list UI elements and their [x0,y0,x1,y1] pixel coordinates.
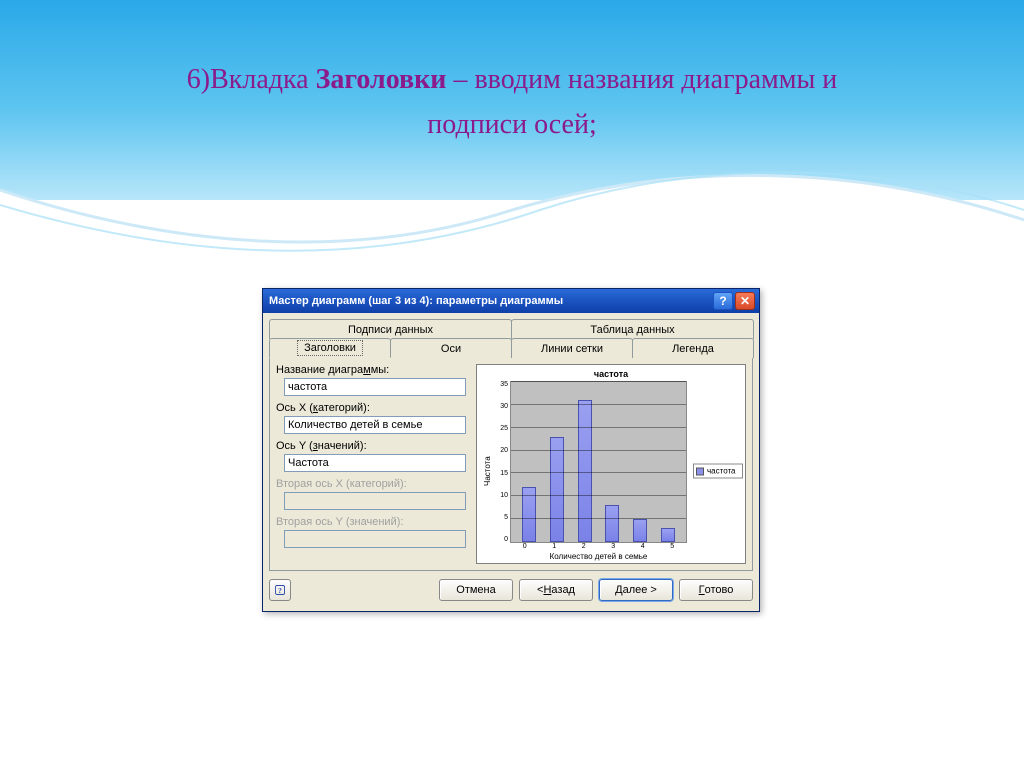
tab-page-titles: Название диаграммы: Ось X (категорий): О… [269,357,753,571]
label-chart-title: Название диаграммы: [276,364,468,376]
chart-yticks: 35302520151050 [494,381,510,543]
label-y2-axis: Вторая ось Y (значений): [276,516,468,528]
chart-wizard-dialog: Мастер диаграмм (шаг 3 из 4): параметры … [262,288,760,612]
legend-swatch-icon [696,467,704,475]
slide-wave [0,150,1024,270]
chart-xlabel: Количество детей в семье [494,552,687,561]
chart-ylabel: Частота [481,381,494,561]
label-x-axis: Ось X (категорий): [276,402,468,414]
help-icon: ? [274,584,286,596]
tab-legend[interactable]: Легенда [632,338,754,358]
tab-axes[interactable]: Оси [390,338,512,358]
chart-bar [578,400,592,542]
chart-legend: частота [693,464,743,479]
dialog-button-row: ? Отмена < Назад Далее > Готово [263,571,759,611]
tab-row-secondary: Подписи данных Таблица данных [269,319,753,339]
input-chart-title[interactable] [284,378,466,396]
input-y-axis[interactable] [284,454,466,472]
input-y2-axis [284,530,466,548]
next-button[interactable]: Далее > [599,579,673,601]
chart-title: частота [481,369,741,379]
cancel-button[interactable]: Отмена [439,579,513,601]
chart-bar [633,519,647,542]
chart-bar [661,528,675,542]
context-help-button[interactable]: ? [269,579,291,601]
titlebar-close-button[interactable]: ✕ [735,292,755,310]
slide-heading: 6)Вкладка Заголовки – вводим названия ди… [0,58,1024,148]
label-x2-axis: Вторая ось X (категорий): [276,478,468,490]
titlebar-text: Мастер диаграмм (шаг 3 из 4): параметры … [269,295,711,307]
tab-titles[interactable]: Заголовки [269,338,391,358]
tab-data-table[interactable]: Таблица данных [511,319,754,339]
back-button[interactable]: < Назад [519,579,593,601]
tab-data-labels[interactable]: Подписи данных [269,319,512,339]
legend-label: частота [707,467,736,476]
slide-line1-bold: Заголовки [316,64,447,95]
chart-bar [550,437,564,542]
chart-plot-area [510,381,687,543]
slide-line1-prefix: 6)Вкладка [187,64,316,95]
label-y-axis: Ось Y (значений): [276,440,468,452]
chart-bar [605,505,619,542]
title-inputs-column: Название диаграммы: Ось X (категорий): О… [276,364,468,564]
titlebar[interactable]: Мастер диаграмм (шаг 3 из 4): параметры … [263,289,759,313]
chart-xticks: 012345 [494,543,687,550]
input-x-axis[interactable] [284,416,466,434]
svg-text:?: ? [278,586,282,595]
tab-gridlines[interactable]: Линии сетки [511,338,633,358]
input-x2-axis [284,492,466,510]
finish-button[interactable]: Готово [679,579,753,601]
slide-line2: подписи осей; [427,109,596,140]
titlebar-help-button[interactable]: ? [713,292,733,310]
chart-preview: частота Частота 35302520151050 012345 [476,364,746,564]
slide-line1-suffix: – вводим названия диаграммы и [446,64,837,95]
tab-row-primary: Заголовки Оси Линии сетки Легенда [269,338,753,358]
